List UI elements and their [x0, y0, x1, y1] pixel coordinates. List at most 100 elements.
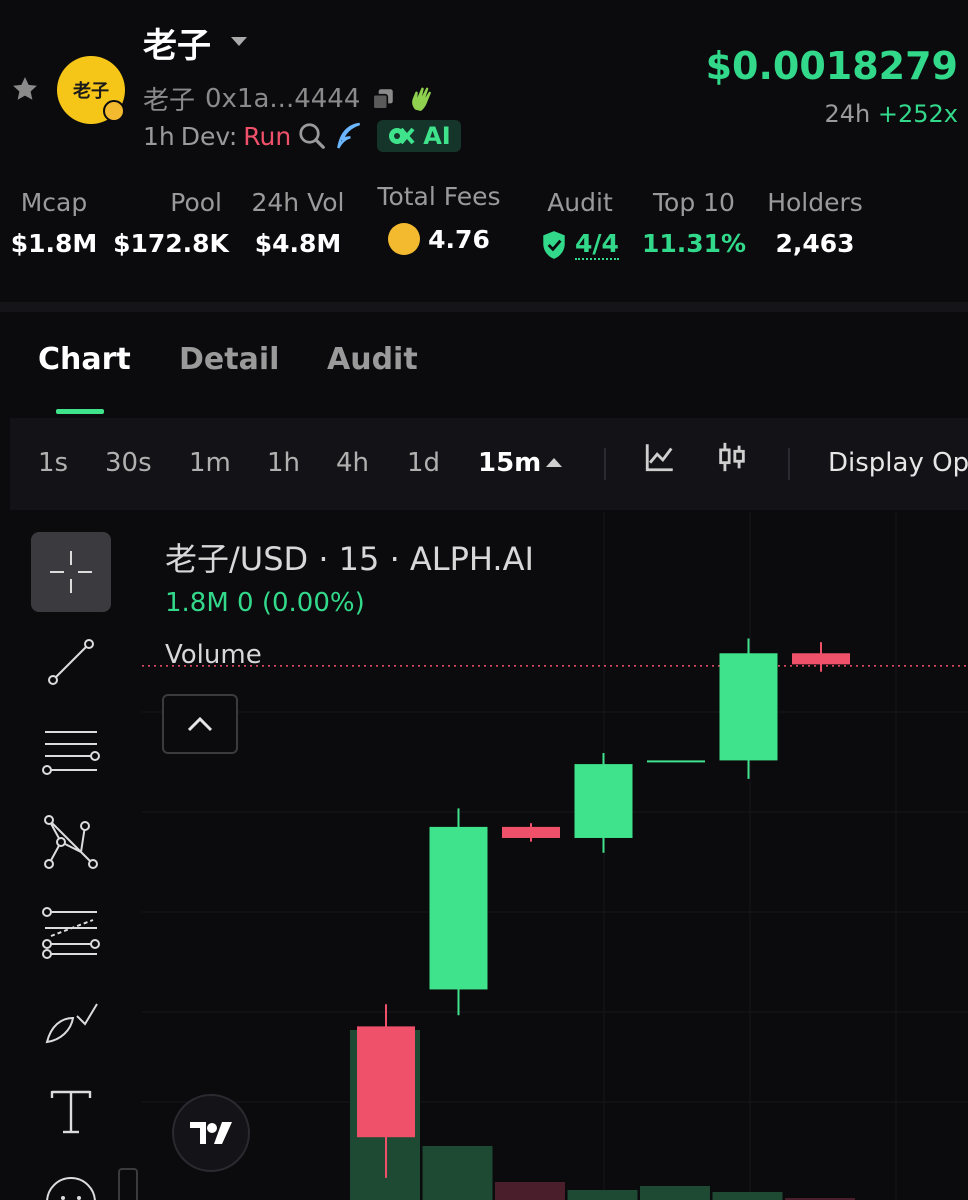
interval-1m[interactable]: 1m — [189, 448, 231, 478]
interval-bar: 1s 30s 1m 1h 4h 1d 15m Display Opt — [10, 418, 968, 510]
text-tool[interactable] — [31, 1072, 111, 1152]
pattern-icon — [44, 815, 98, 869]
interval-1h[interactable]: 1h — [267, 448, 300, 478]
copy-icon[interactable] — [370, 86, 396, 112]
candle-body — [647, 760, 705, 763]
brush-icon — [45, 1003, 98, 1044]
brush-tool[interactable] — [31, 982, 111, 1062]
separator — [604, 448, 606, 480]
stat-label: Audit — [547, 188, 613, 217]
dev-status: Run — [243, 121, 292, 151]
ai-badge: AI — [377, 120, 461, 152]
chart-area: 老子/USD · 15 · ALPH.AI 1.8M 0 (0.00%) Vol… — [0, 512, 968, 1200]
legend-collapse-button[interactable] — [162, 694, 238, 754]
stat-value: $172.8K — [113, 229, 229, 258]
tab-chart[interactable]: Chart — [38, 342, 131, 377]
pattern-tool[interactable] — [31, 802, 111, 882]
bnb-icon — [388, 223, 421, 255]
stat-value: $1.8M — [10, 229, 98, 258]
price-change: 24h +252x — [824, 100, 958, 128]
chain-badge-icon — [103, 100, 125, 122]
crosshair-tool[interactable] — [31, 532, 111, 612]
stat-value: 2,463 — [775, 229, 855, 258]
token-address[interactable]: 0x1a...4444 — [205, 84, 360, 114]
stat-pool: Pool $172.8K — [113, 188, 229, 258]
stat-value: 11.31% — [641, 229, 747, 258]
tab-active-indicator — [56, 409, 104, 414]
token-subline: 老子 0x1a...4444 — [143, 80, 438, 117]
section-divider — [0, 302, 968, 312]
fibonacci-icon — [42, 907, 100, 959]
text-icon — [50, 1090, 92, 1134]
chevron-up-icon — [187, 716, 213, 732]
volume-bar — [640, 1186, 710, 1200]
search-icon[interactable] — [297, 121, 327, 151]
stat-value: 4.76 — [428, 224, 490, 254]
trend-line-tool[interactable] — [31, 622, 111, 702]
volume-bar — [567, 1190, 638, 1200]
stat-label: Pool — [170, 188, 222, 217]
stat-value-wrap: 4.76 — [372, 223, 506, 255]
chart-legend-volume: Volume — [165, 640, 262, 670]
candlestick-icon[interactable] — [715, 440, 749, 474]
token-ticker: 老子 — [143, 86, 196, 116]
chevron-up-icon[interactable] — [546, 458, 562, 467]
candle-body — [357, 1026, 415, 1138]
tradingview-logo[interactable] — [172, 1094, 250, 1172]
stat-audit[interactable]: Audit 4/4 — [536, 188, 624, 260]
volume-bar — [495, 1182, 565, 1200]
crosshair-icon — [50, 551, 92, 593]
display-options-button[interactable]: Display Opt — [828, 448, 968, 478]
tradingview-icon — [190, 1122, 232, 1144]
shield-check-icon — [543, 230, 565, 259]
star-icon[interactable] — [10, 74, 40, 104]
horizontal-lines-tool[interactable] — [31, 712, 111, 792]
token-price: $0.0018279 — [705, 44, 958, 88]
dev-label: Dev: — [180, 121, 238, 151]
interval-15m[interactable]: 15m — [478, 448, 541, 478]
chevron-down-icon[interactable] — [231, 37, 247, 46]
hand-wave-icon[interactable] — [406, 83, 438, 115]
chart-legend-title: 老子/USD · 15 · ALPH.AI — [165, 540, 534, 578]
candle-body — [574, 764, 633, 838]
candle-body — [502, 826, 560, 838]
stat-total-fees: Total Fees 4.76 — [372, 182, 506, 255]
interval-4h[interactable]: 4h — [336, 448, 369, 478]
stat-label: Holders — [767, 188, 863, 217]
stat-value: $4.8M — [254, 229, 342, 258]
tab-audit[interactable]: Audit — [327, 342, 418, 377]
stat-label: 24h Vol — [251, 188, 345, 217]
candle-body — [719, 653, 778, 761]
stat-value: 4/4 — [575, 229, 619, 260]
stat-top10: Top 10 11.31% — [641, 188, 747, 258]
dev-line: 1h Dev: Run AI — [143, 120, 461, 152]
trend-line-icon — [48, 639, 94, 685]
feather-icon[interactable] — [333, 120, 365, 152]
candle-body — [429, 826, 488, 990]
token-name[interactable]: 老子 — [143, 18, 211, 67]
emoji-tool[interactable] — [31, 1162, 111, 1200]
horizontal-lines-icon — [42, 731, 100, 775]
tab-bar: Chart Detail Audit — [0, 312, 968, 416]
change-period: 24h — [824, 100, 871, 128]
stat-24h-vol: 24h Vol $4.8M — [250, 188, 346, 258]
tab-detail[interactable]: Detail — [179, 342, 279, 377]
interval-1d[interactable]: 1d — [407, 448, 440, 478]
stats-row: Mcap $1.8M Pool $172.8K 24h Vol $4.8M To… — [0, 182, 968, 278]
token-age: 1h — [143, 121, 175, 151]
toolbar-collapse-handle[interactable] — [118, 1168, 138, 1200]
drawing-toolbar — [0, 512, 142, 1200]
candle-body — [792, 653, 850, 665]
interval-1s[interactable]: 1s — [38, 448, 68, 478]
line-chart-icon[interactable] — [643, 440, 677, 474]
smiley-icon — [46, 1177, 96, 1200]
fib-tool[interactable] — [31, 892, 111, 972]
ai-logo-icon — [389, 127, 415, 145]
stat-label: Mcap — [20, 188, 88, 217]
stat-value-wrap: 4/4 — [536, 229, 624, 260]
stat-mcap: Mcap $1.8M — [8, 188, 100, 258]
interval-30s[interactable]: 30s — [105, 448, 152, 478]
stat-label: Top 10 — [653, 188, 735, 217]
volume-bar — [712, 1192, 783, 1200]
ai-label: AI — [423, 122, 451, 150]
